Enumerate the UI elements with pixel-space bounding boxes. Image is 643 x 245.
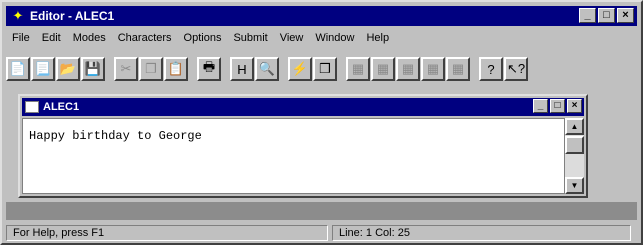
app-star-icon[interactable]: ✦ [10,8,26,24]
document-icon[interactable] [25,101,39,113]
new-doc-icon[interactable]: 📄 [6,57,30,81]
minimize-button[interactable]: _ [579,8,596,23]
document-title: ALEC1 [43,101,80,113]
document-title-bar: ALEC1 _ □ × [22,98,584,116]
menu-help[interactable]: Help [360,32,395,44]
close-button[interactable]: × [617,8,634,23]
toolbar-group: ⚡ ❒ [288,57,338,81]
tool-d-icon[interactable]: ▦ [421,57,445,81]
toolbar-group: ? ↖? [479,57,529,81]
scroll-thumb[interactable] [565,136,584,154]
format-icon[interactable]: H [230,57,254,81]
menu-bar: File Edit Modes Characters Options Submit View… [6,28,637,48]
save-disk-icon[interactable]: 💾 [81,57,105,81]
cut-icon[interactable]: ✂ [114,57,138,81]
workspace-background [6,202,637,220]
open-folder-icon[interactable]: 📂 [56,57,80,81]
tool-c-icon[interactable]: ▦ [396,57,420,81]
editor-window: ✦ Editor - ALEC1 _ □ × File Edit Modes Char… [0,0,643,245]
print-icon[interactable]: 🖶 [197,57,221,81]
toolbar-group: ✂ ❐ 📋 [114,57,189,81]
menu-options[interactable]: Options [178,32,228,44]
document-window: ALEC1 _ □ × Happy birthday to George ▲ ▼ [18,94,588,198]
tool-a-icon[interactable]: ▦ [346,57,370,81]
doc-close-button[interactable]: × [567,99,582,113]
toolbar-group: 🖶 [197,57,222,81]
toolbar: 📄 📃 📂 💾 ✂ ❐ 📋 🖶 H 🔍 ⚡ ❒ ▦ ▦ ▦ ▦ ▦? ↖? [6,54,637,84]
paste-icon[interactable]: 📋 [164,57,188,81]
menu-window[interactable]: Window [309,32,360,44]
toolbar-group: ▦ ▦ ▦ ▦ ▦ [346,57,471,81]
menu-edit[interactable]: Edit [36,32,67,44]
new-template-icon[interactable]: 📃 [31,57,55,81]
scroll-down-arrow-icon[interactable]: ▼ [565,177,584,194]
title-bar: ✦ Editor - ALEC1 _ □ × [6,6,637,26]
text-editor-area[interactable]: Happy birthday to George [22,118,565,194]
maximize-button[interactable]: □ [598,8,615,23]
toolbar-group: H 🔍 [230,57,280,81]
doc-minimize-button[interactable]: _ [533,99,548,113]
copy-icon[interactable]: ❐ [139,57,163,81]
status-help-text: For Help, press F1 [6,225,328,241]
context-help-icon[interactable]: ↖? [504,57,528,81]
vertical-scrollbar[interactable]: ▲ ▼ [565,118,584,194]
status-bar: For Help, press F1 Line: 1 Col: 25 [6,223,637,243]
doc-maximize-button[interactable]: □ [550,99,565,113]
tool-e-icon[interactable]: ▦ [446,57,470,81]
menu-view[interactable]: View [274,32,310,44]
toolbar-group: 📄 📃 📂 💾 [6,57,106,81]
tool-b-icon[interactable]: ▦ [371,57,395,81]
scroll-up-arrow-icon[interactable]: ▲ [565,118,584,135]
preview-icon[interactable]: 🔍 [255,57,279,81]
menu-submit[interactable]: Submit [227,32,273,44]
status-cursor-position: Line: 1 Col: 25 [332,225,631,241]
window-title: Editor - ALEC1 [30,9,115,23]
document-text[interactable]: Happy birthday to George [29,129,202,143]
menu-file[interactable]: File [6,32,36,44]
menu-modes[interactable]: Modes [67,32,112,44]
help-icon[interactable]: ? [479,57,503,81]
menu-characters[interactable]: Characters [112,32,178,44]
pages-icon[interactable]: ❒ [313,57,337,81]
submit-icon[interactable]: ⚡ [288,57,312,81]
